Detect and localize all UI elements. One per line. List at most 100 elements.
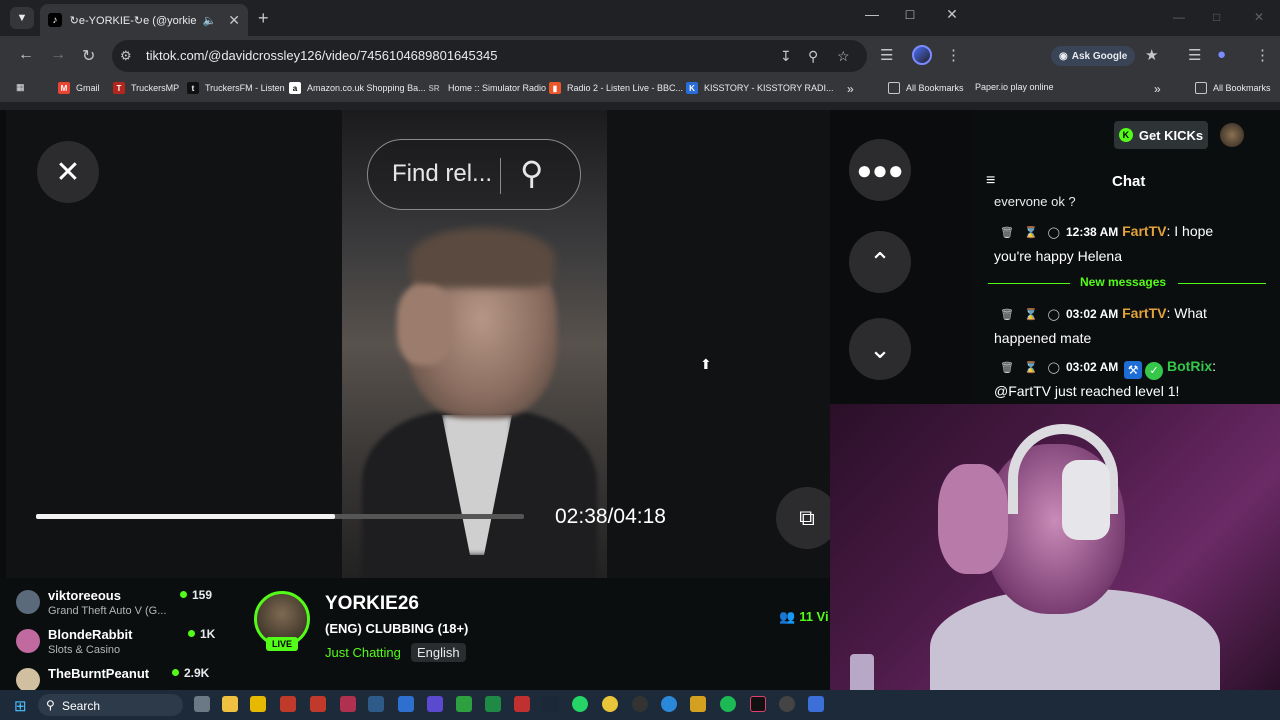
file-explorer-icon[interactable] [222, 696, 238, 712]
spotify-icon[interactable] [720, 696, 736, 712]
chat-collapse-icon[interactable]: ≡ [986, 172, 995, 190]
search-icon[interactable]: ⚲ [520, 154, 543, 192]
zoom-icon[interactable]: ⚲ [808, 48, 818, 65]
suggested-channel-viktoreeous[interactable]: viktoreeous Grand Theft Auto V (G... 159 [16, 586, 216, 620]
chat-message[interactable]: 🗑 ⌛ ◯ 12:38 AM FartTV: I hope you're happy … [994, 220, 1234, 268]
get-kicks-button[interactable]: K Get KICKs [1114, 121, 1208, 149]
chat-message[interactable]: 🗑 ⌛ ◯ 03:02 AM FartTV: What happened mate [994, 302, 1234, 350]
app-dark-icon[interactable] [779, 696, 795, 712]
stream-category[interactable]: Just Chatting [325, 645, 401, 660]
browser-tab[interactable]: ♪ ↻e-YORKIE-↻e (@yorkie32340) | TikTo 🔈 … [40, 4, 248, 36]
whatsapp-icon[interactable] [572, 696, 588, 712]
site-info-icon[interactable]: ⚙ [120, 48, 132, 64]
app-yellow-icon[interactable] [690, 696, 706, 712]
timeout-icon[interactable]: ⌛ [1024, 227, 1038, 239]
steam-icon[interactable] [543, 696, 559, 712]
chat-message[interactable]: 🗑 ⌛ ◯ 03:02 AM ⚒ ✓ BotRix: @FartTV just reac… [994, 355, 1234, 403]
taskbar-search[interactable]: ⚲ Search [38, 694, 183, 716]
xbox-icon[interactable] [485, 696, 501, 712]
suggested-channel-theburntpeanut[interactable]: TheBurntPeanut 2.9K [16, 664, 216, 690]
close-window-button-right[interactable]: ✕ [1254, 10, 1264, 24]
reload-icon[interactable]: ↻ [82, 46, 95, 66]
bookmark-truckersfm[interactable]: t TruckersFM - Listen [187, 82, 285, 94]
picture-in-picture-button[interactable]: ⧉ [776, 487, 838, 549]
chat-username[interactable]: BotRix [1167, 358, 1212, 374]
more-options-button[interactable]: ●●● [849, 139, 911, 201]
app-purple-icon[interactable] [427, 696, 443, 712]
app-tracker-icon[interactable] [310, 696, 326, 712]
app-g-icon[interactable] [632, 696, 648, 712]
chat-username[interactable]: FartTV [1122, 223, 1166, 239]
chevron-up-icon: ⌃ [869, 246, 891, 277]
close-tab-icon[interactable]: ✕ [228, 12, 240, 29]
maximize-button[interactable]: □ [898, 6, 922, 22]
bookmark-simulator-radio[interactable]: SR Home :: Simulator Radio [426, 82, 546, 94]
media-control-icon-right[interactable]: ☰ [1188, 46, 1201, 64]
bookmark-amazon[interactable]: a Amazon.co.uk Shopping Ba... [289, 82, 426, 94]
user-avatar[interactable] [1220, 123, 1244, 147]
app-red-icon[interactable] [280, 696, 296, 712]
bookmark-kisstory[interactable]: K KISSTORY - KISSTORY RADI... [686, 82, 834, 94]
back-icon[interactable]: ← [18, 46, 34, 64]
close-video-button[interactable]: ✕ [37, 141, 99, 203]
profile-avatar[interactable] [912, 45, 932, 65]
ban-icon[interactable]: ◯ [1048, 227, 1060, 239]
trash-icon[interactable]: 🗑 [1000, 309, 1014, 321]
bookmark-gmail[interactable]: M Gmail [58, 82, 100, 94]
bookmarks-overflow-icon[interactable]: » [847, 82, 854, 96]
minimize-button[interactable]: — [860, 6, 884, 22]
related-search-box[interactable]: Find rel... ⚲ [367, 139, 581, 210]
all-bookmarks-folder-right[interactable]: All Bookmarks [1195, 82, 1271, 94]
install-app-icon[interactable]: ↧ [780, 48, 792, 65]
suggested-channel-blonderabbit[interactable]: BlondeRabbit Slots & Casino 1K [16, 625, 216, 659]
edge-icon[interactable] [661, 696, 677, 712]
next-video-button[interactable]: ⌄ [849, 318, 911, 380]
apps-grid-icon[interactable]: ▦ [16, 82, 25, 93]
profile-avatar-right[interactable]: ● [1217, 46, 1226, 63]
app-b-icon[interactable] [398, 696, 414, 712]
all-bookmarks-folder[interactable]: All Bookmarks [888, 82, 964, 94]
trash-icon[interactable]: 🗑 [1000, 362, 1014, 374]
bookmarks-overflow-icon-right[interactable]: » [1154, 82, 1161, 96]
channel-name[interactable]: YORKIE26 [325, 593, 419, 615]
new-tab-button[interactable]: + [258, 8, 269, 29]
timeout-icon[interactable]: ⌛ [1024, 362, 1038, 374]
windows-start-icon[interactable]: ⊞ [14, 697, 27, 715]
bookmark-truckersmp[interactable]: T TruckersMP [113, 82, 179, 94]
app-green-icon[interactable] [456, 696, 472, 712]
truck-sim-icon[interactable] [368, 696, 384, 712]
menu-kebab-icon[interactable]: ⋮ [946, 46, 961, 64]
ban-icon[interactable]: ◯ [1048, 309, 1060, 321]
bookmark-paperio[interactable]: Paper.io play online [975, 82, 1054, 92]
forward-icon[interactable]: → [50, 46, 66, 64]
close-window-button[interactable]: ✕ [940, 6, 964, 23]
app-recorder-icon[interactable] [340, 696, 356, 712]
video-progress-bar[interactable] [36, 514, 524, 519]
app-blue-icon[interactable] [808, 696, 824, 712]
trash-icon[interactable]: 🗑 [1000, 227, 1014, 239]
timeout-icon[interactable]: ⌛ [1024, 309, 1038, 321]
rockstar-icon[interactable] [250, 696, 266, 712]
language-tag[interactable]: English [411, 643, 466, 662]
bookmark-star-icon[interactable]: ☆ [837, 48, 850, 65]
webcam-can [850, 654, 874, 690]
task-view-icon[interactable] [194, 696, 210, 712]
minimize-button-right[interactable]: — [1173, 10, 1185, 24]
chrome-icon[interactable] [602, 696, 618, 712]
app-a-icon[interactable] [514, 696, 530, 712]
previous-video-button[interactable]: ⌃ [849, 231, 911, 293]
speaker-icon[interactable]: 🔈 [203, 14, 217, 27]
tiktok-app-icon[interactable] [750, 696, 766, 712]
ask-google-button[interactable]: ◉ Ask Google [1051, 46, 1136, 66]
ban-icon[interactable]: ◯ [1048, 362, 1060, 374]
chat-username[interactable]: FartTV [1122, 305, 1166, 321]
video-person-hand [397, 285, 452, 365]
tab-search-button[interactable]: ▼ [10, 7, 34, 29]
bookmark-radio2[interactable]: ▮ Radio 2 - Listen Live - BBC... [549, 82, 683, 94]
bookmark-star-icon-right[interactable]: ★ [1145, 46, 1158, 64]
maximize-button-right[interactable]: □ [1213, 10, 1220, 24]
media-control-icon[interactable]: ☰ [880, 46, 893, 64]
url-text[interactable]: tiktok.com/@davidcrossley126/video/74561… [146, 48, 497, 63]
menu-kebab-icon-right[interactable]: ⋮ [1255, 46, 1270, 64]
address-bar[interactable]: ⚙ tiktok.com/@davidcrossley126/video/745… [112, 40, 867, 72]
